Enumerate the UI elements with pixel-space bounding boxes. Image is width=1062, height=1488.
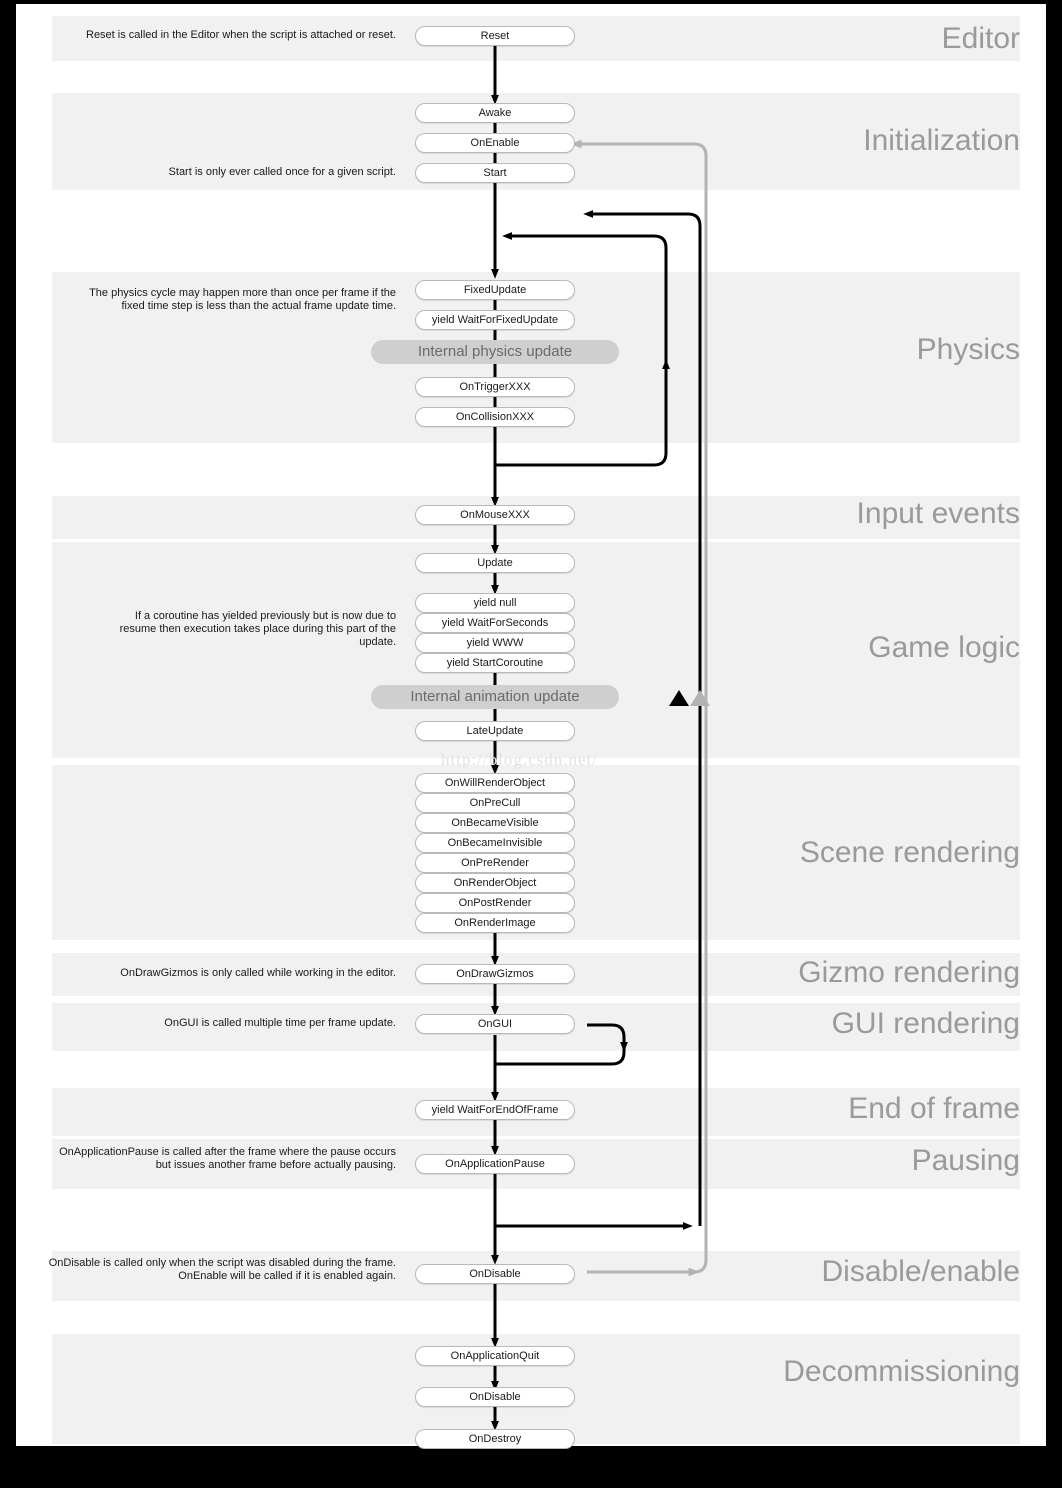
note-physics-cycle: The physics cycle may happen more than o… <box>89 287 396 312</box>
diagram-page: Editor Initialization Physics Input even… <box>16 4 1046 1449</box>
node-ontriggerxxx[interactable]: OnTriggerXXX <box>415 377 575 397</box>
node-ondrawgizmos[interactable]: OnDrawGizmos <box>415 964 575 984</box>
note-ondisable: OnDisable is called only when the script… <box>48 1257 396 1282</box>
node-onrenderobject[interactable]: OnRenderObject <box>415 873 575 893</box>
note-coroutine: If a coroutine has yielded previously bu… <box>119 610 396 648</box>
node-start[interactable]: Start <box>415 163 575 183</box>
node-onapplicationpause[interactable]: OnApplicationPause <box>415 1154 575 1174</box>
note-ondrawgizmos: OnDrawGizmos is only called while workin… <box>120 967 396 979</box>
node-onpostrender[interactable]: OnPostRender <box>415 893 575 913</box>
node-update[interactable]: Update <box>415 553 575 573</box>
diagram-frame: Editor Initialization Physics Input even… <box>0 0 1062 1488</box>
node-onprecull[interactable]: OnPreCull <box>415 793 575 813</box>
node-yield-www[interactable]: yield WWW <box>415 633 575 653</box>
node-yield-startcoroutine[interactable]: yield StartCoroutine <box>415 653 575 673</box>
internal-animation-update: Internal animation update <box>371 685 619 709</box>
watermark-text: http://blog.csdn.net/ <box>441 750 598 769</box>
node-onprerender[interactable]: OnPreRender <box>415 853 575 873</box>
node-lateupdate[interactable]: LateUpdate <box>415 721 575 741</box>
node-oncollisionxxx[interactable]: OnCollisionXXX <box>415 407 575 427</box>
node-fixedupdate[interactable]: FixedUpdate <box>415 280 575 300</box>
node-yield-waitforseconds[interactable]: yield WaitForSeconds <box>415 613 575 633</box>
node-awake[interactable]: Awake <box>415 103 575 123</box>
node-onwillrenderobject[interactable]: OnWillRenderObject <box>415 773 575 793</box>
node-ondisable-frame[interactable]: OnDisable <box>415 1264 575 1284</box>
node-yield-waitforfixedupdate[interactable]: yield WaitForFixedUpdate <box>415 310 575 330</box>
node-ondisable-quit[interactable]: OnDisable <box>415 1387 575 1407</box>
note-start: Start is only ever called once for a giv… <box>168 166 396 178</box>
node-ongui[interactable]: OnGUI <box>415 1014 575 1034</box>
note-onapplicationpause: OnApplicationPause is called after the f… <box>59 1146 396 1171</box>
node-onrenderimage[interactable]: OnRenderImage <box>415 913 575 933</box>
node-ondestroy[interactable]: OnDestroy <box>415 1429 575 1449</box>
node-onbecamevisible[interactable]: OnBecameVisible <box>415 813 575 833</box>
node-yield-waitforendofframe[interactable]: yield WaitForEndOfFrame <box>415 1100 575 1120</box>
note-reset: Reset is called in the Editor when the s… <box>86 29 396 41</box>
node-onmousexxx[interactable]: OnMouseXXX <box>415 505 575 525</box>
node-reset[interactable]: Reset <box>415 26 575 46</box>
node-onapplicationquit[interactable]: OnApplicationQuit <box>415 1346 575 1366</box>
node-onbecameinvisible[interactable]: OnBecameInvisible <box>415 833 575 853</box>
node-yield-null[interactable]: yield null <box>415 593 575 613</box>
note-ongui: OnGUI is called multiple time per frame … <box>164 1017 396 1029</box>
node-onenable[interactable]: OnEnable <box>415 133 575 153</box>
internal-physics-update: Internal physics update <box>371 340 619 364</box>
